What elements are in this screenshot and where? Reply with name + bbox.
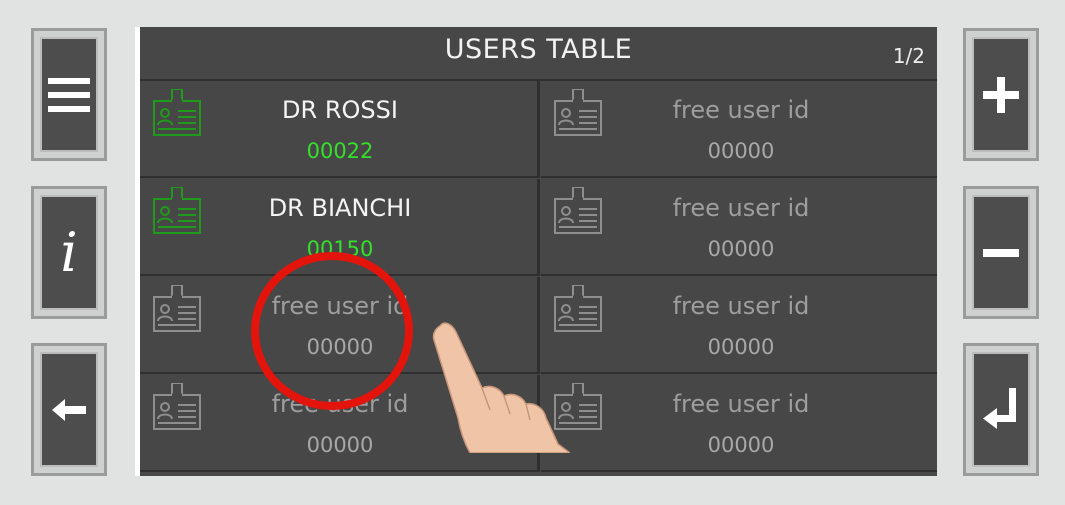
- info-button-face: i: [40, 195, 98, 310]
- user-badge-icon: [152, 88, 202, 137]
- user-name: free user id: [672, 292, 810, 320]
- back-arrow-icon: [52, 398, 86, 421]
- user-name: free user id: [672, 390, 810, 418]
- user-badge-icon: [553, 186, 603, 235]
- minus-icon: [983, 248, 1019, 257]
- user-slot[interactable]: free user id 00000: [541, 375, 937, 472]
- back-button-face: [40, 352, 98, 467]
- user-id: 00022: [306, 139, 374, 163]
- pointing-hand-icon: [432, 322, 570, 453]
- user-slot[interactable]: DR ROSSI 00022: [140, 81, 540, 178]
- user-slot[interactable]: free user id 00000: [541, 81, 937, 178]
- user-badge-icon: [152, 382, 202, 431]
- user-name: free user id: [672, 96, 810, 124]
- back-button[interactable]: [31, 343, 107, 476]
- plus-button[interactable]: [963, 28, 1039, 161]
- user-name: DR ROSSI: [282, 96, 398, 124]
- screen-title: USERS TABLE: [444, 34, 633, 65]
- menu-button-face: [40, 37, 98, 152]
- user-slot[interactable]: free user id 00000: [541, 277, 937, 374]
- user-id: 00000: [707, 433, 775, 457]
- menu-icon: [48, 77, 90, 112]
- user-id: 00000: [707, 335, 775, 359]
- minus-button[interactable]: [963, 186, 1039, 319]
- user-badge-icon: [152, 284, 202, 333]
- user-name: free user id: [672, 194, 810, 222]
- user-id: 00000: [707, 237, 775, 261]
- plus-button-face: [972, 37, 1030, 152]
- highlight-circle: [251, 252, 413, 410]
- info-icon: i: [60, 221, 78, 284]
- user-badge-icon: [553, 88, 603, 137]
- info-button[interactable]: i: [31, 186, 107, 319]
- enter-button[interactable]: [963, 343, 1039, 476]
- plus-icon: [983, 76, 1019, 113]
- enter-button-face: [972, 352, 1030, 467]
- minus-button-face: [972, 195, 1030, 310]
- user-id: 00000: [306, 433, 374, 457]
- screen-header: USERS TABLE 1/2: [140, 27, 937, 81]
- user-badge-icon: [152, 186, 202, 235]
- user-id: 00000: [707, 139, 775, 163]
- user-name: DR BIANCHI: [268, 194, 412, 222]
- user-slot[interactable]: free user id 00000: [541, 179, 937, 276]
- menu-button[interactable]: [31, 28, 107, 161]
- enter-icon: [983, 387, 1016, 429]
- page-indicator: 1/2: [892, 44, 925, 68]
